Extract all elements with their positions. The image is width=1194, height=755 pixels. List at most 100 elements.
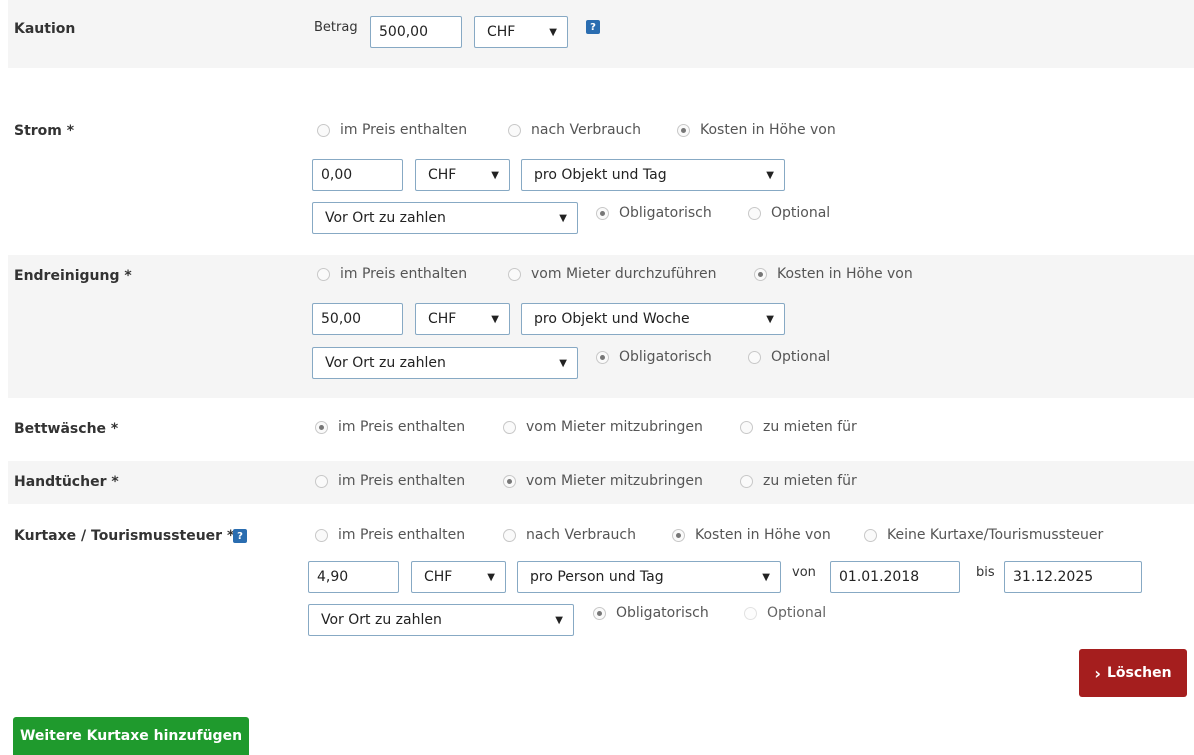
endreinigung-payment-select[interactable]: Vor Ort zu zahlen ▼: [312, 347, 578, 379]
endreinigung-option-label: Kosten in Höhe von: [777, 266, 913, 282]
strom-unit-value: pro Objekt und Tag: [534, 167, 667, 183]
strom-obligation-label: Obligatorisch: [619, 205, 712, 221]
delete-button[interactable]: › Löschen: [1079, 649, 1187, 697]
strom-optional-option[interactable]: Optional: [748, 205, 830, 221]
radio-icon: [740, 420, 753, 434]
bettwaesche-option-rent[interactable]: zu mieten für: [740, 419, 857, 435]
kurtaxe-from-label: von: [792, 565, 816, 580]
kurtaxe-option-label: Keine Kurtaxe/Tourismussteuer: [887, 527, 1104, 543]
radio-icon: [315, 528, 328, 542]
handtuecher-option-label: vom Mieter mitzubringen: [526, 473, 703, 489]
bettwaesche-option-bring[interactable]: vom Mieter mitzubringen: [503, 419, 703, 435]
chevron-down-icon: ▼: [491, 169, 499, 181]
bettwaesche-option-label: zu mieten für: [763, 419, 857, 435]
radio-checked-icon: [315, 420, 328, 434]
strom-option-label: nach Verbrauch: [531, 122, 641, 138]
endreinigung-option-cost[interactable]: Kosten in Höhe von: [754, 266, 913, 282]
handtuecher-option-rent[interactable]: zu mieten für: [740, 473, 857, 489]
help-icon[interactable]: ?: [586, 20, 600, 34]
endreinigung-option-label: im Preis enthalten: [340, 266, 468, 282]
strom-currency-value: CHF: [428, 167, 457, 183]
add-kurtaxe-button[interactable]: Weitere Kurtaxe hinzufügen: [13, 717, 249, 755]
endreinigung-payment-value: Vor Ort zu zahlen: [325, 355, 446, 371]
handtuecher-option-label: zu mieten für: [763, 473, 857, 489]
radio-icon: [748, 206, 761, 220]
chevron-down-icon: ▼: [487, 571, 495, 583]
kaution-currency-select[interactable]: CHF ▼: [474, 16, 568, 48]
kurtaxe-from-date-input[interactable]: 01.01.2018: [830, 561, 960, 593]
handtuecher-option-label: im Preis enthalten: [338, 473, 466, 489]
help-icon[interactable]: ?: [233, 529, 247, 543]
bettwaesche-label: Bettwäsche *: [14, 421, 119, 437]
endreinigung-unit-select[interactable]: pro Objekt und Woche ▼: [521, 303, 785, 335]
kurtaxe-obligation-label: Optional: [767, 605, 827, 621]
kaution-amount-label: Betrag: [314, 20, 358, 35]
endreinigung-obligation-label: Optional: [771, 349, 831, 365]
strom-option-cost[interactable]: Kosten in Höhe von: [677, 122, 836, 138]
radio-checked-icon: [672, 528, 685, 542]
kaution-label: Kaution: [14, 21, 76, 37]
kurtaxe-obligation-label: Obligatorisch: [616, 605, 709, 621]
strom-payment-value: Vor Ort zu zahlen: [325, 210, 446, 226]
radio-checked-icon: [503, 474, 516, 488]
radio-icon: [503, 528, 516, 542]
endreinigung-currency-value: CHF: [428, 311, 457, 327]
radio-icon: [748, 350, 761, 364]
radio-checked-icon: [754, 267, 767, 281]
strom-payment-select[interactable]: Vor Ort zu zahlen ▼: [312, 202, 578, 234]
chevron-down-icon: ▼: [766, 313, 774, 325]
kurtaxe-option-label: nach Verbrauch: [526, 527, 636, 543]
kurtaxe-currency-select[interactable]: CHF ▼: [411, 561, 506, 593]
endreinigung-currency-select[interactable]: CHF ▼: [415, 303, 510, 335]
chevron-down-icon: ▼: [766, 169, 774, 181]
radio-icon: [508, 123, 521, 137]
kurtaxe-optional-option[interactable]: Optional: [744, 605, 826, 621]
strom-unit-select[interactable]: pro Objekt und Tag ▼: [521, 159, 785, 191]
endreinigung-obligation-label: Obligatorisch: [619, 349, 712, 365]
chevron-right-icon: ›: [1094, 663, 1101, 683]
kurtaxe-option-cost[interactable]: Kosten in Höhe von: [672, 527, 831, 543]
kurtaxe-amount-input[interactable]: 4,90: [308, 561, 399, 593]
radio-icon: [503, 420, 516, 434]
bettwaesche-option-label: vom Mieter mitzubringen: [526, 419, 703, 435]
radio-icon: [508, 267, 521, 281]
endreinigung-option-tenant[interactable]: vom Mieter durchzuführen: [508, 266, 716, 282]
kurtaxe-to-date-value: 31.12.2025: [1013, 569, 1094, 585]
kurtaxe-obligatory-option[interactable]: Obligatorisch: [593, 605, 709, 621]
chevron-down-icon: ▼: [549, 26, 557, 38]
kurtaxe-unit-value: pro Person und Tag: [530, 569, 664, 585]
add-kurtaxe-button-label: Weitere Kurtaxe hinzufügen: [19, 728, 243, 744]
kurtaxe-unit-select[interactable]: pro Person und Tag ▼: [517, 561, 781, 593]
handtuecher-label: Handtücher *: [14, 474, 119, 490]
endreinigung-amount-value: 50,00: [321, 311, 362, 327]
kurtaxe-option-none[interactable]: Keine Kurtaxe/Tourismussteuer: [864, 527, 1103, 543]
bettwaesche-option-included[interactable]: im Preis enthalten: [315, 419, 465, 435]
strom-obligatory-option[interactable]: Obligatorisch: [596, 205, 712, 221]
strom-currency-select[interactable]: CHF ▼: [415, 159, 510, 191]
endreinigung-amount-input[interactable]: 50,00: [312, 303, 403, 335]
strom-option-label: Kosten in Höhe von: [700, 122, 836, 138]
strom-amount-input[interactable]: 0,00: [312, 159, 403, 191]
strom-option-included[interactable]: im Preis enthalten: [317, 122, 467, 138]
radio-checked-icon: [593, 606, 606, 620]
kurtaxe-option-consumption[interactable]: nach Verbrauch: [503, 527, 636, 543]
kurtaxe-from-date-value: 01.01.2018: [839, 569, 920, 585]
kurtaxe-option-label: im Preis enthalten: [338, 527, 466, 543]
radio-checked-icon: [596, 206, 609, 220]
kurtaxe-to-date-input[interactable]: 31.12.2025: [1004, 561, 1142, 593]
chevron-down-icon: ▼: [559, 357, 567, 369]
strom-obligation-label: Optional: [771, 205, 831, 221]
handtuecher-option-bring[interactable]: vom Mieter mitzubringen: [503, 473, 703, 489]
kurtaxe-option-included[interactable]: im Preis enthalten: [315, 527, 465, 543]
endreinigung-optional-option[interactable]: Optional: [748, 349, 830, 365]
endreinigung-option-included[interactable]: im Preis enthalten: [317, 266, 467, 282]
strom-option-label: im Preis enthalten: [340, 122, 468, 138]
kaution-amount-input[interactable]: 500,00: [370, 16, 462, 48]
kurtaxe-payment-select[interactable]: Vor Ort zu zahlen ▼: [308, 604, 574, 636]
endreinigung-obligatory-option[interactable]: Obligatorisch: [596, 349, 712, 365]
kurtaxe-option-label: Kosten in Höhe von: [695, 527, 831, 543]
handtuecher-option-included[interactable]: im Preis enthalten: [315, 473, 465, 489]
endreinigung-unit-value: pro Objekt und Woche: [534, 311, 690, 327]
chevron-down-icon: ▼: [762, 571, 770, 583]
strom-option-consumption[interactable]: nach Verbrauch: [508, 122, 641, 138]
